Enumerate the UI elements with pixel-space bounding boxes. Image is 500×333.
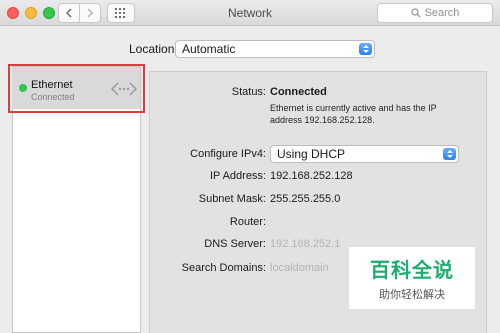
router-label: Router:	[229, 216, 266, 228]
status-label: Status:	[231, 86, 266, 98]
search-icon	[410, 8, 420, 18]
watermark-subtitle: 助你轻松解决	[379, 288, 445, 301]
search-placeholder: Search	[424, 7, 460, 19]
status-dot-icon	[19, 84, 27, 92]
configure-ipv4-select[interactable]: Using DHCP	[270, 145, 459, 163]
dns-server-label: DNS Server:	[204, 238, 266, 250]
ip-address-label: IP Address:	[209, 170, 266, 182]
ethernet-icon	[111, 82, 137, 96]
location-select[interactable]: Automatic	[175, 40, 375, 58]
watermark-logo: 百科全说 助你轻松解决	[349, 247, 475, 309]
ip-address-value: 192.168.252.128	[270, 170, 353, 182]
title-bar: Network Search	[0, 0, 500, 26]
configure-ipv4-value: Using DHCP	[277, 147, 346, 161]
configure-ipv4-label: Configure IPv4:	[190, 148, 266, 160]
location-label: Location:	[129, 42, 178, 56]
status-value: Connected	[270, 86, 327, 98]
dns-server-value: 192.168.252.1	[270, 238, 341, 250]
status-description: Ethernet is currently active and has the…	[270, 103, 437, 125]
watermark-title: 百科全说	[370, 258, 454, 282]
sidebar-item-name: Ethernet	[31, 79, 73, 91]
sidebar-item-status: Connected	[31, 92, 75, 102]
subnet-mask-value: 255.255.255.0	[270, 193, 341, 205]
search-field[interactable]: Search	[377, 3, 493, 23]
select-stepper-icon	[359, 43, 372, 55]
search-domains-value: localdomain	[270, 262, 329, 274]
search-domains-label: Search Domains:	[181, 262, 266, 274]
subnet-mask-label: Subnet Mask:	[198, 193, 266, 205]
select-stepper-icon	[443, 148, 456, 160]
location-value: Automatic	[182, 42, 236, 56]
